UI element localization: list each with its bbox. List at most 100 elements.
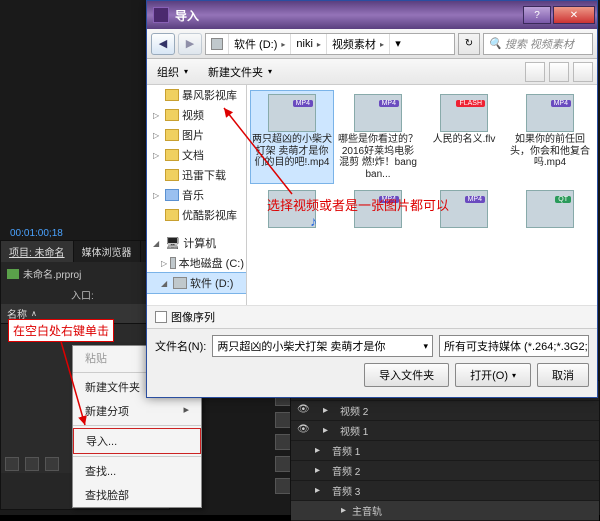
tab-project[interactable]: 项目: 未命名	[1, 241, 74, 262]
nav-back-button[interactable]: ◀	[151, 33, 175, 55]
tree-label[interactable]: 优酷影视库	[182, 207, 237, 223]
folder-icon	[165, 149, 179, 161]
close-button[interactable]: ✕	[553, 6, 595, 24]
tree-label[interactable]: 迅雷下载	[182, 167, 226, 183]
image-sequence-label: 图像序列	[171, 309, 215, 325]
nav-tree[interactable]: 暴风影视库 ▷视频 ▷图片 ▷文档 迅雷下载 ▷音乐 优酷影视库 ◢🖥计算机 ▷…	[147, 85, 247, 305]
track-audio-3[interactable]: ▸音频 3	[291, 481, 599, 501]
filename-value: 两只超凶的小柴犬打架 卖萌才是你	[217, 338, 385, 354]
tree-label[interactable]: 暴风影视库	[182, 87, 237, 103]
file-thumb: QT	[526, 190, 574, 228]
help-button[interactable]: ?	[523, 6, 551, 24]
tree-computer[interactable]: 计算机	[183, 235, 216, 251]
track-video-2[interactable]: 👁▸视频 2	[291, 401, 599, 421]
track-label: 音频 1	[326, 443, 599, 458]
folder-icon	[165, 129, 179, 141]
bin-list-view-icon[interactable]	[5, 457, 19, 471]
folder-icon	[165, 209, 179, 221]
organize-button[interactable]: 组织	[147, 59, 198, 84]
track-label: 音频 2	[326, 463, 599, 478]
address-bar[interactable]: 软件 (D:) niki 视频素材 ▾	[205, 33, 455, 55]
file-item[interactable]: FLASH 人民的名义.flv	[423, 91, 505, 183]
track-master[interactable]: ▸主音轨	[291, 501, 599, 521]
dialog-navbar: ◀ ▶ 软件 (D:) niki 视频素材 ▾ ↻ 🔍搜索 视频素材	[147, 29, 597, 59]
ctx-new-item[interactable]: 新建分项	[73, 399, 201, 423]
dialog-title: 导入	[175, 7, 523, 24]
file-item[interactable]: MP4如果你的前任回头，你会和他复合吗.mp4	[509, 91, 591, 183]
track-audio-1[interactable]: ▸音频 1	[291, 441, 599, 461]
filename-field[interactable]: 两只超凶的小柴犬打架 卖萌才是你	[212, 335, 433, 357]
file-item[interactable]: MP4哪些是你看过的？2016好莱坞电影混剪 燃!炸！bang ban...	[337, 91, 419, 183]
new-folder-button[interactable]: 新建文件夹	[198, 59, 282, 84]
annotation-select-media: 选择视频或者是一张图片都可以	[267, 195, 449, 214]
address-dropdown-icon[interactable]: ▾	[390, 37, 406, 50]
folder-icon	[165, 109, 179, 121]
breadcrumb-seg[interactable]: 软件 (D:)	[234, 36, 277, 52]
tree-drive[interactable]: 软件 (D:)	[190, 275, 233, 291]
razor-tool-icon[interactable]	[275, 434, 291, 450]
project-file-label: 未命名.prproj	[23, 266, 81, 281]
bin-icon-view-icon[interactable]	[25, 457, 39, 471]
file-thumb: FLASH	[440, 94, 488, 132]
filter-value: 所有可支持媒体 (*.264;*.3G2;*	[444, 338, 589, 354]
file-thumb: MP4	[354, 94, 402, 132]
track-label: 视频 1	[334, 423, 599, 438]
folder-icon	[165, 169, 179, 181]
file-item[interactable]: QT	[509, 187, 591, 233]
search-icon: 🔍	[488, 37, 502, 50]
tree-drive[interactable]: 本地磁盘 (C:)	[179, 255, 244, 271]
open-button[interactable]: 打开(O)▾	[455, 363, 531, 387]
ctx-import[interactable]: 导入...	[73, 428, 201, 454]
search-placeholder: 搜索 视频素材	[505, 36, 574, 52]
project-icon	[7, 269, 19, 279]
refresh-button[interactable]: ↻	[458, 33, 480, 55]
image-sequence-checkbox[interactable]	[155, 311, 167, 323]
track-label: 主音轨	[352, 503, 382, 518]
tree-label[interactable]: 音乐	[182, 187, 204, 203]
filename-label: 文件名(N):	[155, 338, 206, 354]
dialog-toolbar: 组织 新建文件夹	[147, 59, 597, 85]
pen-tool-icon[interactable]	[275, 456, 291, 472]
file-name: 如果你的前任回头，你会和他复合吗.mp4	[510, 134, 590, 169]
bin-search-icon[interactable]	[45, 457, 59, 471]
tab-media-browser[interactable]: 媒体浏览器	[74, 241, 141, 262]
timecode: 00:01:00;18	[10, 228, 63, 239]
file-filter-combo[interactable]: 所有可支持媒体 (*.264;*.3G2;*	[439, 335, 589, 357]
cancel-button[interactable]: 取消	[537, 363, 589, 387]
drive-icon	[211, 38, 223, 50]
eye-icon[interactable]: 👁	[297, 404, 311, 418]
track-label: 音频 3	[326, 483, 599, 498]
preview-pane-icon[interactable]	[549, 62, 569, 82]
tree-label[interactable]: 文档	[182, 147, 204, 163]
file-item[interactable]: MP4两只超凶的小柴犬打架 卖萌才是你们的目的吧!.mp4	[251, 91, 333, 183]
ctx-find-face[interactable]: 查找脸部	[73, 483, 201, 507]
track-audio-2[interactable]: ▸音频 2	[291, 461, 599, 481]
app-icon	[153, 7, 169, 23]
file-name: 人民的名义.flv	[433, 134, 496, 146]
annotation-right-click: 在空白处右键单击	[8, 319, 114, 342]
drive-icon	[173, 277, 187, 289]
help-icon[interactable]	[573, 62, 593, 82]
dialog-titlebar[interactable]: 导入 ? ✕	[147, 1, 597, 29]
hand-tool-icon[interactable]	[275, 478, 291, 494]
folder-icon	[165, 89, 179, 101]
file-name: 两只超凶的小柴犬打架 卖萌才是你们的目的吧!.mp4	[252, 134, 332, 169]
breadcrumb-seg[interactable]: 视频素材	[332, 36, 376, 52]
nav-forward-button[interactable]: ▶	[178, 33, 202, 55]
dialog-footer: 文件名(N): 两只超凶的小柴犬打架 卖萌才是你 所有可支持媒体 (*.264;…	[147, 328, 597, 397]
entry-label: 入口:	[1, 285, 169, 304]
track-video-1[interactable]: 👁▸视频 1	[291, 421, 599, 441]
file-name: 哪些是你看过的？2016好莱坞电影混剪 燃!炸！bang ban...	[338, 134, 418, 180]
breadcrumb-seg[interactable]: niki	[296, 38, 313, 50]
tree-label[interactable]: 视频	[182, 107, 204, 123]
view-mode-icon[interactable]	[525, 62, 545, 82]
ctx-find[interactable]: 查找...	[73, 459, 201, 483]
timeline-panel: 👁▸视频 3 👁▸视频 2 👁▸视频 1 ▸音频 1 ▸音频 2 ▸音频 3 ▸…	[290, 380, 600, 515]
file-thumb: MP4	[268, 94, 316, 132]
search-input[interactable]: 🔍搜索 视频素材	[483, 33, 593, 55]
tree-label[interactable]: 图片	[182, 127, 204, 143]
eye-icon[interactable]: 👁	[297, 424, 311, 438]
ripple-tool-icon[interactable]	[275, 412, 291, 428]
music-icon	[165, 189, 179, 201]
import-folder-button[interactable]: 导入文件夹	[364, 363, 449, 387]
